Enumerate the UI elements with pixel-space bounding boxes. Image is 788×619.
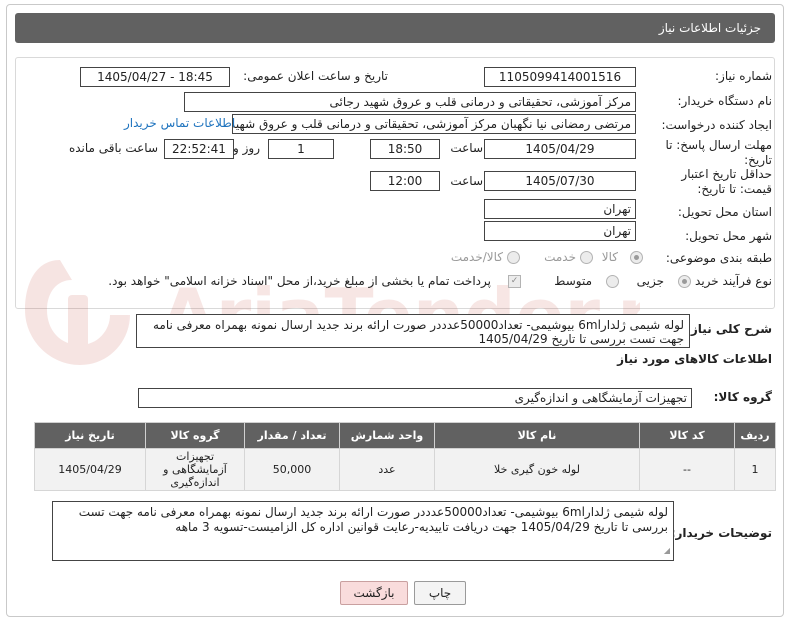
treasury-payment-checkbox[interactable]: ✓ xyxy=(508,275,521,288)
process-radio-medium[interactable] xyxy=(606,275,619,288)
buyer-org-label: نام دستگاه خریدار: xyxy=(677,94,773,108)
city-field: تهران xyxy=(484,221,636,241)
days-field: 1 xyxy=(268,139,334,159)
deadline-date-field: 1405/04/29 xyxy=(484,139,636,159)
print-button[interactable]: چاپ xyxy=(414,581,466,605)
resize-grip-icon[interactable]: ◢ xyxy=(664,543,670,558)
creator-field: مرتضی رمضانی نیا نگهبان مرکز آموزشی، تحق… xyxy=(232,114,636,134)
category-radio-goods[interactable] xyxy=(630,251,643,264)
category-radio-goods-service[interactable] xyxy=(507,251,520,264)
announce-label: تاریخ و ساعت اعلان عمومی: xyxy=(243,69,388,83)
category-option-goods: کالا xyxy=(601,250,618,264)
table-row: 1 -- لوله خون گیری خلا عدد 50,000 تجهیزا… xyxy=(34,448,776,491)
cell-date: 1405/04/29 xyxy=(34,448,146,491)
process-option-medium: متوسط xyxy=(554,274,592,288)
remaining-time-field: 22:52:41 xyxy=(164,139,234,159)
description-label: شرح کلی نیاز: xyxy=(686,322,772,336)
back-button[interactable]: بازگشت xyxy=(340,581,408,605)
panel-header: جزئیات اطلاعات نیاز xyxy=(15,13,775,43)
cell-name: لوله خون گیری خلا xyxy=(434,448,640,491)
category-radio-service[interactable] xyxy=(580,251,593,264)
process-radio-minor[interactable] xyxy=(678,275,691,288)
col-unit: واحد شمارش xyxy=(339,422,435,449)
city-label: شهر محل تحویل: xyxy=(685,229,772,243)
col-quantity: تعداد / مقدار xyxy=(244,422,340,449)
col-code: کد کالا xyxy=(639,422,735,449)
buyer-notes-label: توضیحات خریدار: xyxy=(670,526,772,540)
deadline-label: مهلت ارسال پاسخ: تا تاریخ: xyxy=(665,138,772,167)
col-date: تاریخ نیاز xyxy=(34,422,146,449)
creator-label: ایجاد کننده درخواست: xyxy=(661,118,772,132)
province-label: استان محل تحویل: xyxy=(677,205,772,219)
cell-group: تجهیزات آزمایشگاهی و اندازه‌گیری xyxy=(145,448,245,491)
need-number-field: 1105099414001516 xyxy=(484,67,636,87)
buyer-org-field: مرکز آموزشی، تحقیقاتی و درمانی قلب و عرو… xyxy=(184,92,636,112)
remaining-label: ساعت باقی مانده xyxy=(68,141,158,155)
col-index: ردیف xyxy=(734,422,776,449)
goods-group-label: گروه کالا: xyxy=(713,390,772,404)
cell-quantity: 50,000 xyxy=(244,448,340,491)
cell-unit: عدد xyxy=(339,448,435,491)
deadline-hour-label: ساعت xyxy=(450,141,483,155)
day-and-label: روز و xyxy=(233,141,260,155)
buyer-notes-text: لوله شیمی ژلدار6ml بیوشیمی- تعداد50000عد… xyxy=(78,505,668,534)
process-option-minor: جزیی xyxy=(636,274,664,288)
col-group: گروه کالا xyxy=(145,422,245,449)
category-label: طبقه بندی موضوعی: xyxy=(665,251,772,265)
validity-hour-label: ساعت xyxy=(450,174,483,188)
category-option-goods-service: کالا/خدمت xyxy=(450,250,503,264)
deadline-time-field: 18:50 xyxy=(370,139,440,159)
process-label: نوع فرآیند خرید : xyxy=(687,274,772,288)
validity-label: حداقل تاریخ اعتبار قیمت: تا تاریخ: xyxy=(681,167,772,196)
goods-group-field: تجهیزات آزمایشگاهی و اندازه‌گیری xyxy=(138,388,692,408)
col-name: نام کالا xyxy=(434,422,640,449)
goods-table-header: ردیف کد کالا نام کالا واحد شمارش تعداد /… xyxy=(34,422,776,449)
goods-table: ردیف کد کالا نام کالا واحد شمارش تعداد /… xyxy=(34,422,776,491)
validity-time-field: 12:00 xyxy=(370,171,440,191)
province-field: تهران xyxy=(484,199,636,219)
buyer-contact-link[interactable]: اطلاعات تماس خریدار xyxy=(124,116,235,130)
cell-code: -- xyxy=(639,448,735,491)
announce-field: 1405/04/27 - 18:45 xyxy=(80,67,230,87)
need-number-label: شماره نیاز: xyxy=(715,69,772,83)
goods-section-title: اطلاعات کالاهای مورد نیاز xyxy=(617,352,772,366)
treasury-payment-note: پرداخت تمام یا بخشی از مبلغ خرید،از محل … xyxy=(108,274,491,288)
description-textarea: لوله شیمی ژلدار6ml بیوشیمی- تعداد50000عد… xyxy=(136,314,690,348)
buyer-notes-textarea: لوله شیمی ژلدار6ml بیوشیمی- تعداد50000عد… xyxy=(52,501,674,561)
validity-date-field: 1405/07/30 xyxy=(484,171,636,191)
cell-index: 1 xyxy=(734,448,776,491)
category-option-service: خدمت xyxy=(544,250,576,264)
